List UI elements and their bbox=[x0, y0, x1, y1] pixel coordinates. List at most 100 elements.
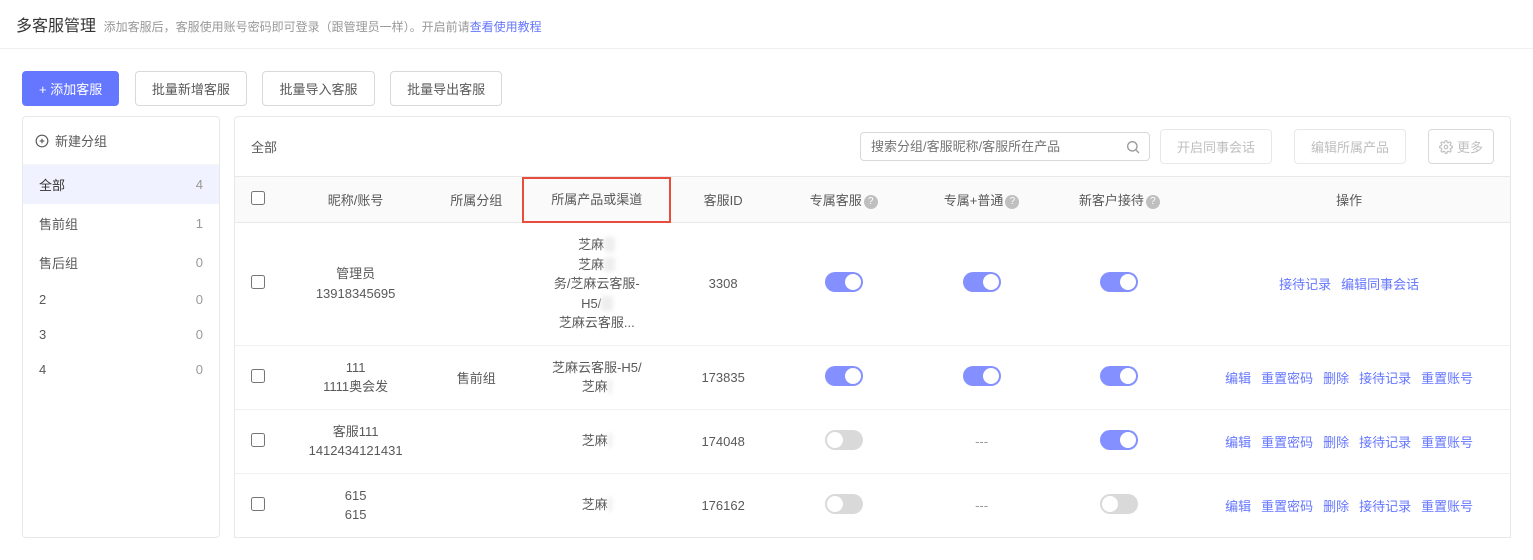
cell-nickname: 1111111奥会发 bbox=[281, 346, 430, 410]
batch-export-button[interactable]: 批量导出客服 bbox=[390, 71, 502, 106]
page-desc-text: 添加客服后，客服使用账号密码即可登录（跟管理员一样）。开启前请 bbox=[104, 20, 470, 34]
tutorial-link[interactable]: 查看使用教程 bbox=[470, 20, 542, 34]
op-link[interactable]: 重置账号 bbox=[1421, 435, 1473, 450]
toggle-switch[interactable] bbox=[825, 272, 863, 292]
sidebar-item-label: 2 bbox=[39, 292, 46, 307]
cell-product: 芝麻 bbox=[522, 410, 671, 474]
cell-ops: 编辑重置密码删除接待记录重置账号 bbox=[1188, 474, 1510, 537]
op-link[interactable]: 重置账号 bbox=[1421, 371, 1473, 386]
help-icon[interactable]: ? bbox=[1146, 195, 1160, 209]
op-link[interactable]: 重置密码 bbox=[1261, 435, 1313, 450]
sidebar-item-count: 0 bbox=[196, 255, 203, 270]
agent-table: 昵称/账号 所属分组 所属产品或渠道 客服ID 专属客服? 专属+普通? 新客户… bbox=[234, 176, 1511, 538]
new-group-label: 新建分组 bbox=[55, 131, 107, 150]
op-link[interactable]: 重置账号 bbox=[1421, 499, 1473, 514]
breadcrumb: 全部 bbox=[251, 137, 277, 156]
col-product: 所属产品或渠道 bbox=[522, 177, 671, 223]
op-link[interactable]: 编辑 bbox=[1225, 371, 1251, 386]
op-link[interactable]: 接待记录 bbox=[1359, 371, 1411, 386]
sidebar-item-label: 3 bbox=[39, 327, 46, 342]
cell-group: 售前组 bbox=[430, 346, 522, 410]
select-all-checkbox[interactable] bbox=[251, 191, 265, 205]
sidebar-item-count: 0 bbox=[196, 292, 203, 307]
edit-product-button[interactable]: 编辑所属产品 bbox=[1294, 129, 1406, 164]
op-link[interactable]: 重置密码 bbox=[1261, 499, 1313, 514]
col-cs-id: 客服ID bbox=[671, 177, 774, 223]
row-checkbox[interactable] bbox=[251, 497, 265, 511]
op-link[interactable]: 编辑同事会话 bbox=[1341, 277, 1419, 292]
sidebar: 新建分组 全部4售前组1售后组0203040 bbox=[22, 116, 220, 538]
gear-icon bbox=[1439, 140, 1453, 154]
sidebar-item[interactable]: 售前组 1 bbox=[23, 204, 219, 243]
search-box bbox=[860, 132, 1150, 161]
col-exclusive: 专属客服? bbox=[775, 177, 913, 223]
toggle-switch[interactable] bbox=[825, 430, 863, 450]
sidebar-item[interactable]: 40 bbox=[23, 352, 219, 387]
op-link[interactable]: 删除 bbox=[1323, 435, 1349, 450]
cell-ops: 编辑重置密码删除接待记录重置账号 bbox=[1188, 346, 1510, 410]
open-colleague-session-button[interactable]: 开启同事会话 bbox=[1160, 129, 1272, 164]
col-exclusive-normal: 专属+普通? bbox=[913, 177, 1051, 223]
sidebar-item[interactable]: 20 bbox=[23, 282, 219, 317]
search-input[interactable] bbox=[860, 132, 1150, 161]
search-icon[interactable] bbox=[1125, 139, 1141, 155]
more-label: 更多 bbox=[1457, 137, 1483, 156]
col-nickname: 昵称/账号 bbox=[281, 177, 430, 223]
toggle-switch[interactable] bbox=[825, 494, 863, 514]
add-agent-button[interactable]: + 添加客服 bbox=[22, 71, 119, 106]
col-group: 所属分组 bbox=[430, 177, 522, 223]
help-icon[interactable]: ? bbox=[864, 195, 878, 209]
toggle-switch[interactable] bbox=[1100, 272, 1138, 292]
new-group-button[interactable]: 新建分组 bbox=[23, 117, 219, 165]
dash: --- bbox=[975, 498, 988, 513]
toggle-switch[interactable] bbox=[1100, 366, 1138, 386]
cell-group bbox=[430, 474, 522, 537]
op-link[interactable]: 删除 bbox=[1323, 371, 1349, 386]
batch-import-button[interactable]: 批量导入客服 bbox=[262, 71, 374, 106]
op-link[interactable]: 接待记录 bbox=[1359, 499, 1411, 514]
cell-group bbox=[430, 223, 522, 346]
cell-product: 芝麻 /芝麻 /务/芝麻云客服-H5/ /芝麻云客服... bbox=[522, 223, 671, 346]
cell-product: 芝麻云客服-H5/芝麻 bbox=[522, 346, 671, 410]
sidebar-item-count: 4 bbox=[196, 177, 203, 192]
help-icon[interactable]: ? bbox=[1005, 195, 1019, 209]
cell-ops: 编辑重置密码删除接待记录重置账号 bbox=[1188, 410, 1510, 474]
toggle-switch[interactable] bbox=[1100, 494, 1138, 514]
sidebar-item[interactable]: 30 bbox=[23, 317, 219, 352]
batch-add-button[interactable]: 批量新增客服 bbox=[135, 71, 247, 106]
cell-cs-id: 176162 bbox=[671, 474, 774, 537]
more-button[interactable]: 更多 bbox=[1428, 129, 1494, 164]
cell-group bbox=[430, 410, 522, 474]
op-link[interactable]: 接待记录 bbox=[1279, 277, 1331, 292]
op-link[interactable]: 接待记录 bbox=[1359, 435, 1411, 450]
sidebar-item-label: 售后组 bbox=[39, 253, 78, 272]
sidebar-item[interactable]: 全部 4 bbox=[23, 165, 219, 204]
sidebar-item[interactable]: 售后组 0 bbox=[23, 243, 219, 282]
toggle-switch[interactable] bbox=[963, 366, 1001, 386]
op-link[interactable]: 删除 bbox=[1323, 499, 1349, 514]
toggle-switch[interactable] bbox=[1100, 430, 1138, 450]
toolbar: + 添加客服 批量新增客服 批量导入客服 批量导出客服 bbox=[0, 49, 1533, 116]
op-link[interactable]: 编辑 bbox=[1225, 435, 1251, 450]
col-new-customer: 新客户接待? bbox=[1050, 177, 1188, 223]
op-link[interactable]: 编辑 bbox=[1225, 499, 1251, 514]
sidebar-item-count: 1 bbox=[196, 216, 203, 231]
col-ops: 操作 bbox=[1188, 177, 1510, 223]
cell-cs-id: 173835 bbox=[671, 346, 774, 410]
sidebar-item-label: 全部 bbox=[39, 175, 65, 194]
cell-cs-id: 174048 bbox=[671, 410, 774, 474]
row-checkbox[interactable] bbox=[251, 433, 265, 447]
toggle-switch[interactable] bbox=[825, 366, 863, 386]
row-checkbox[interactable] bbox=[251, 275, 265, 289]
table-row: 客服1111412434121431芝麻 174048---编辑重置密码删除接待… bbox=[235, 410, 1510, 474]
table-row: 615615芝麻 176162---编辑重置密码删除接待记录重置账号 bbox=[235, 474, 1510, 537]
op-link[interactable]: 重置密码 bbox=[1261, 371, 1313, 386]
cell-product: 芝麻 bbox=[522, 474, 671, 537]
page-desc: 添加客服后，客服使用账号密码即可登录（跟管理员一样）。开启前请查看使用教程 bbox=[104, 20, 542, 34]
sidebar-item-label: 售前组 bbox=[39, 214, 78, 233]
toggle-switch[interactable] bbox=[963, 272, 1001, 292]
row-checkbox[interactable] bbox=[251, 369, 265, 383]
cell-nickname: 管理员13918345695 bbox=[281, 223, 430, 346]
main-panel: 全部 开启同事会话 编辑所属产品 更多 bbox=[234, 116, 1511, 538]
sidebar-item-count: 0 bbox=[196, 327, 203, 342]
